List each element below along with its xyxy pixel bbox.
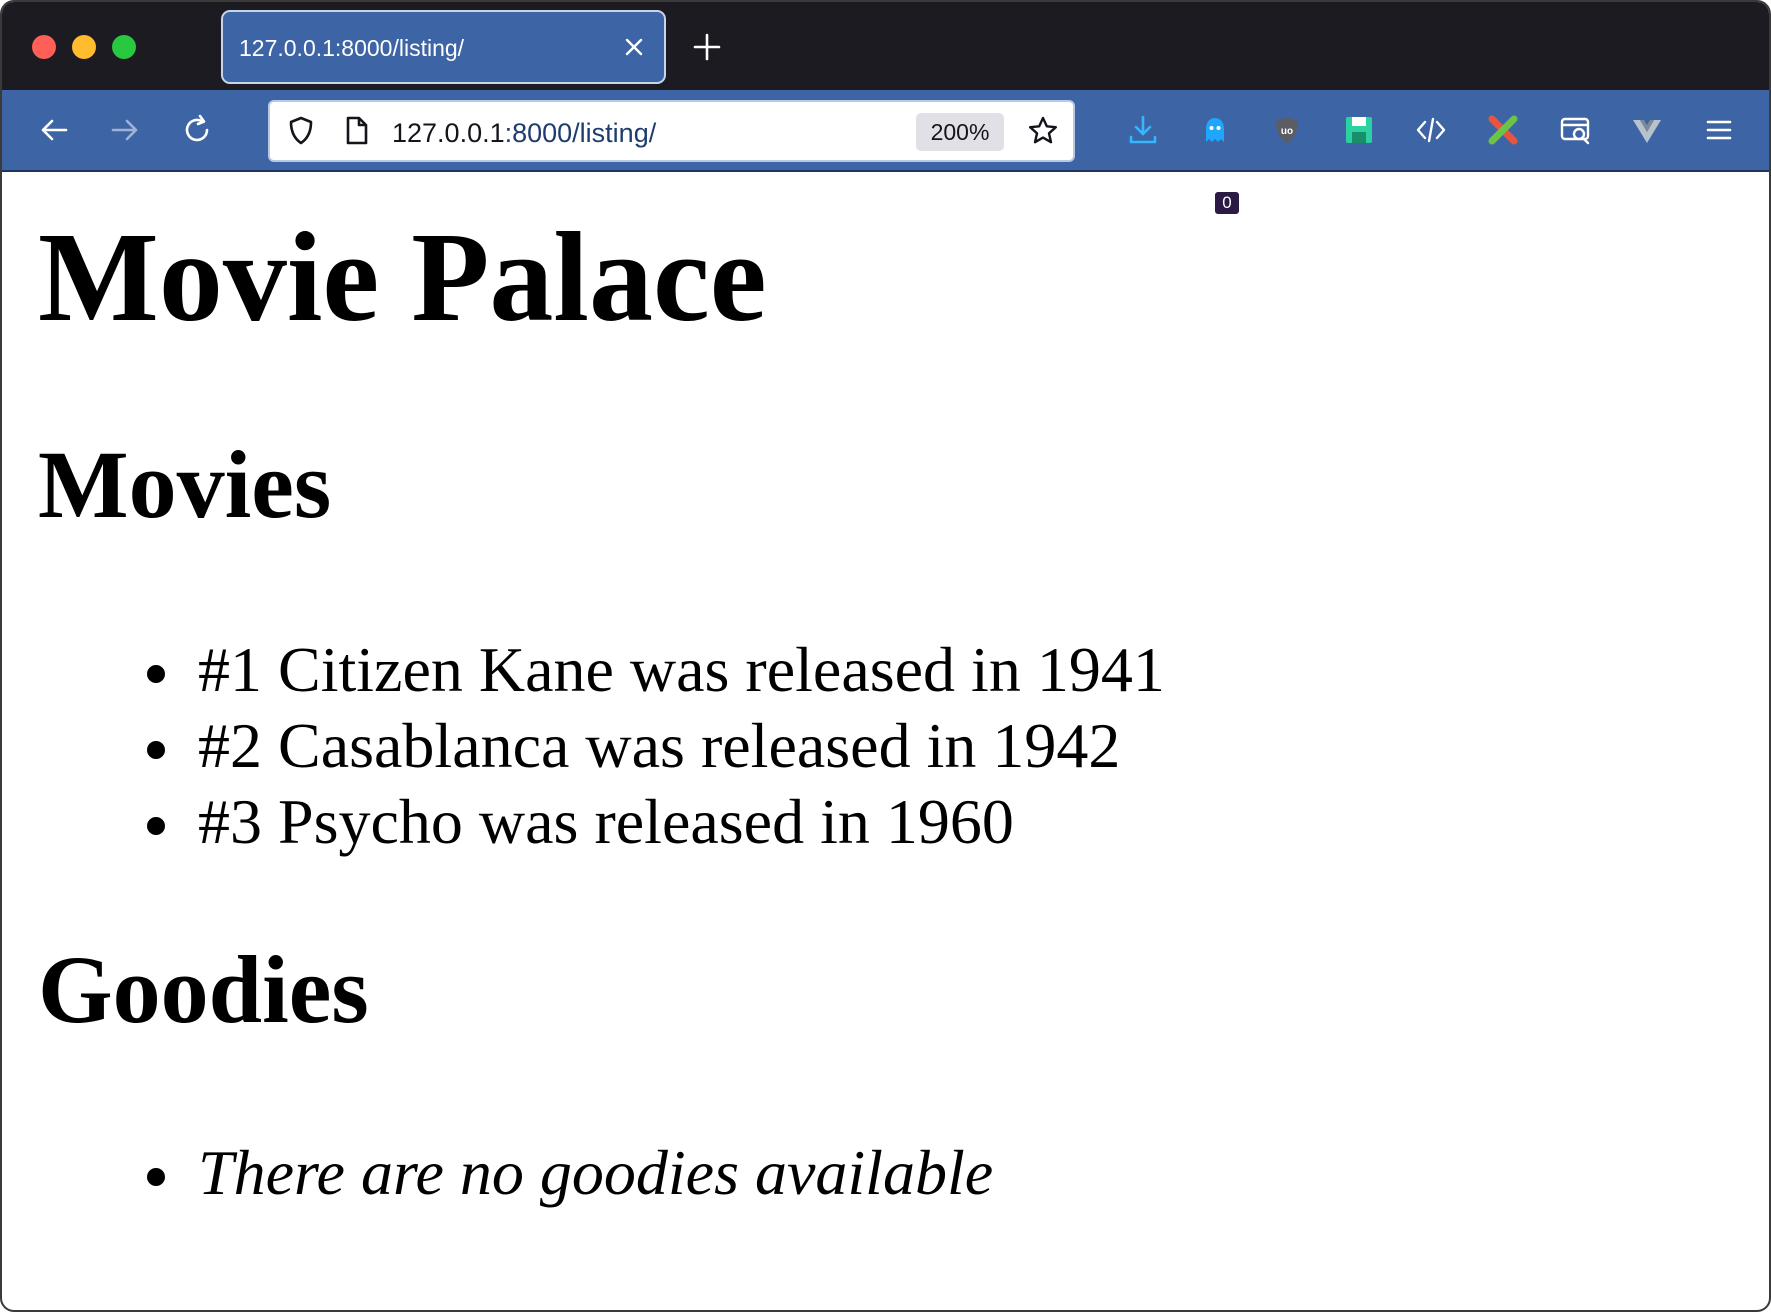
screenshot-icon[interactable] bbox=[1556, 111, 1594, 149]
hamburger-menu-icon[interactable] bbox=[1700, 111, 1738, 149]
tab-title: 127.0.0.1:8000/listing/ bbox=[239, 35, 465, 61]
url-path: :8000/listing/ bbox=[504, 118, 657, 148]
browser-window: 127.0.0.1:8000/listing/ 127.0.0.1:8000/l… bbox=[0, 0, 1771, 1312]
movies-list: #1 Citizen Kane was released in 1941 #2 … bbox=[142, 632, 1165, 860]
new-tab-plus-icon[interactable] bbox=[692, 32, 722, 62]
movie-list-item: #1 Citizen Kane was released in 1941 bbox=[142, 632, 1165, 708]
movies-heading: Movies bbox=[38, 431, 332, 538]
zoom-level-badge[interactable]: 200% bbox=[916, 113, 1004, 151]
url-bar[interactable]: 127.0.0.1:8000/listing/ 200% bbox=[268, 100, 1075, 162]
back-arrow-icon[interactable] bbox=[35, 111, 73, 149]
ublock-icon[interactable]: uo bbox=[1268, 111, 1306, 149]
nav-toolbar: 127.0.0.1:8000/listing/ 200% 0 uo bbox=[2, 90, 1769, 216]
x-extension-icon[interactable] bbox=[1484, 111, 1522, 149]
maximize-window-button[interactable] bbox=[112, 35, 136, 59]
active-tab[interactable]: 127.0.0.1:8000/listing/ bbox=[221, 10, 666, 84]
goodies-list: There are no goodies available bbox=[142, 1135, 993, 1211]
page-content: Movie Palace Movies #1 Citizen Kane was … bbox=[2, 172, 1769, 1310]
goodies-empty-message: There are no goodies available bbox=[142, 1135, 993, 1211]
svg-text:uo: uo bbox=[1281, 126, 1293, 137]
ghostery-icon[interactable] bbox=[1196, 111, 1234, 149]
tab-strip: 127.0.0.1:8000/listing/ bbox=[2, 2, 1769, 90]
goodies-heading: Goodies bbox=[38, 936, 369, 1043]
save-icon[interactable] bbox=[1340, 111, 1378, 149]
url-host: 127.0.0.1 bbox=[392, 118, 505, 148]
vue-devtools-icon[interactable] bbox=[1628, 111, 1666, 149]
close-tab-icon[interactable] bbox=[622, 35, 646, 59]
close-window-button[interactable] bbox=[32, 35, 56, 59]
code-icon[interactable] bbox=[1412, 111, 1450, 149]
minimize-window-button[interactable] bbox=[72, 35, 96, 59]
url-text[interactable]: 127.0.0.1:8000/listing/ bbox=[392, 118, 656, 148]
tracking-shield-icon[interactable] bbox=[284, 114, 318, 148]
download-icon[interactable] bbox=[1124, 111, 1162, 149]
bookmark-star-icon[interactable] bbox=[1026, 114, 1060, 148]
page-icon[interactable] bbox=[342, 114, 372, 148]
movie-list-item: #2 Casablanca was released in 1942 bbox=[142, 708, 1165, 784]
reload-icon[interactable] bbox=[178, 111, 216, 149]
page-title: Movie Palace bbox=[38, 206, 767, 348]
movie-list-item: #3 Psycho was released in 1960 bbox=[142, 784, 1165, 860]
forward-arrow-icon[interactable] bbox=[106, 111, 144, 149]
